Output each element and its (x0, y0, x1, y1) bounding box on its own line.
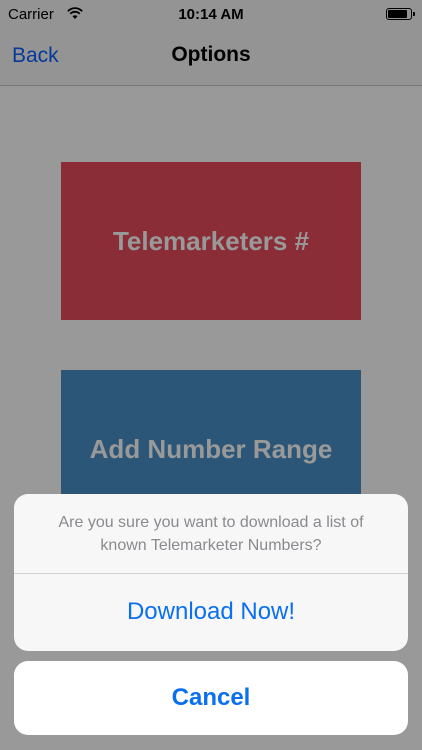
download-now-button[interactable]: Download Now! (14, 574, 408, 650)
action-sheet: Are you sure you want to download a list… (14, 494, 408, 651)
action-sheet-message: Are you sure you want to download a list… (14, 494, 408, 574)
cancel-button[interactable]: Cancel (14, 661, 408, 735)
